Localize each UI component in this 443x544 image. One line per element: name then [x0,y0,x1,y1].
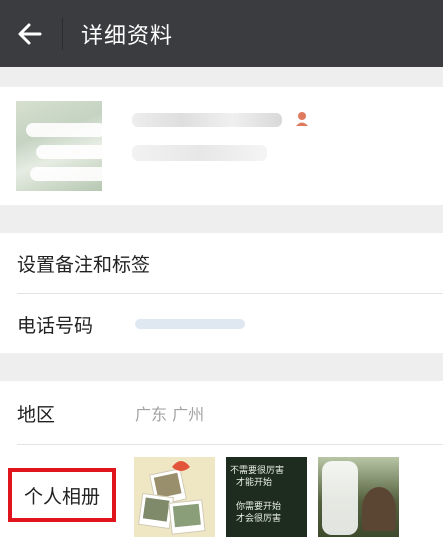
info-group: 设置备注和标签 电话号码 [0,233,443,353]
thumbnail-text: 才会很厉害 [236,514,282,524]
album-label: 个人相册 [23,485,100,508]
title-divider [62,17,63,50]
region-value: 广东 广州 [135,405,205,424]
back-button[interactable] [0,0,60,67]
gender-female-icon [296,112,308,126]
region-album-group: 地区 广东 广州 个人相册 不需要很厉害 才能开始 你需要开始 才会很厉害 [0,381,443,544]
album-thumbnail[interactable]: 不需要很厉害 才能开始 你需要开始 才会很厉害 [226,457,307,537]
divider [17,444,443,445]
phone-value-redacted[interactable] [135,319,245,329]
remark-row[interactable]: 设置备注和标签 [0,233,443,293]
title-bar: 详细资料 [0,0,443,67]
album-label-highlight[interactable]: 个人相册 [8,468,116,522]
album-thumbnail[interactable] [134,457,215,537]
remark-label: 设置备注和标签 [17,253,151,276]
arrow-left-icon [18,23,42,44]
region-label: 地区 [17,403,56,426]
phone-row[interactable]: 电话号码 [0,294,443,354]
wechat-id-redacted [132,145,267,161]
profile-card[interactable] [0,87,443,205]
page-title: 详细资料 [81,23,174,49]
region-row: 地区 广东 广州 [0,383,443,443]
thumbnail-text: 才能开始 [236,478,273,488]
album-thumbnail[interactable] [318,457,399,537]
heart-icon [172,461,190,471]
avatar[interactable] [16,101,102,191]
phone-label: 电话号码 [17,314,94,337]
nickname-redacted [132,113,282,127]
